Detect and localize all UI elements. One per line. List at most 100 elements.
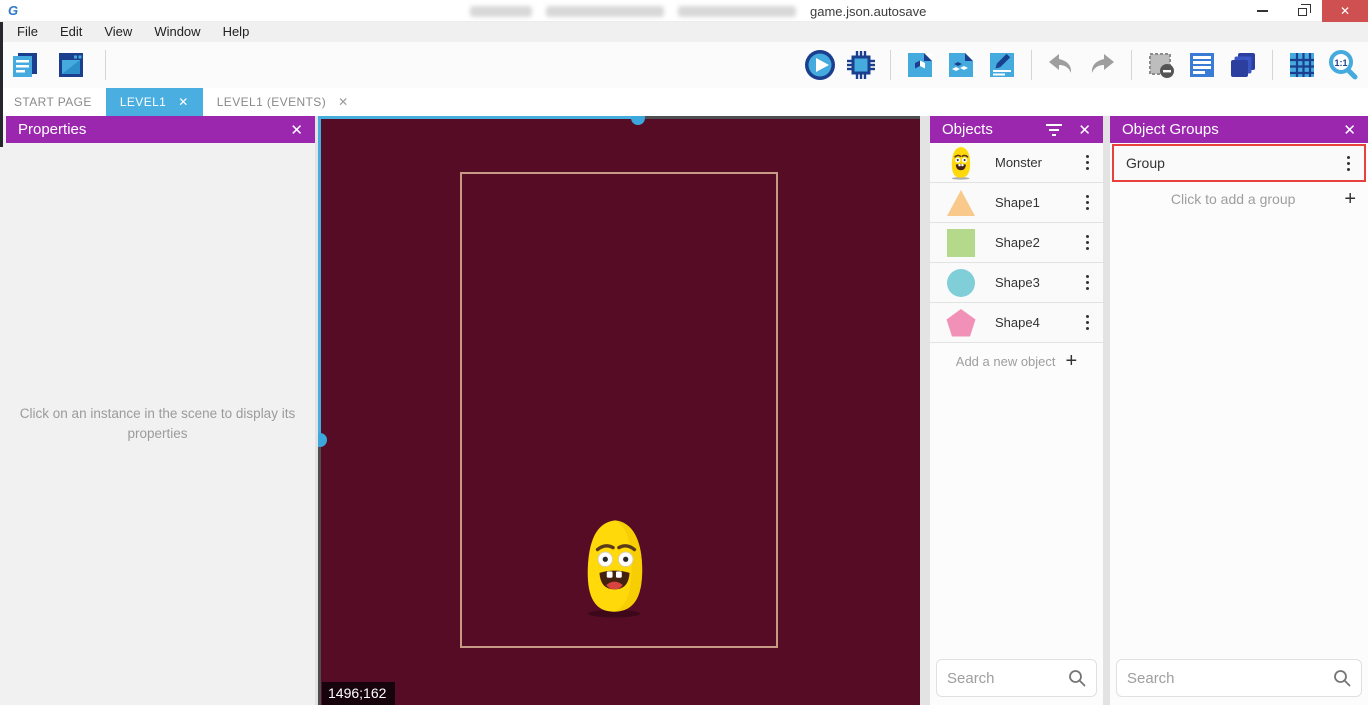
groups-search-input[interactable]: [1127, 670, 1333, 687]
tab-label: LEVEL1 (EVENTS): [217, 95, 326, 109]
filter-icon[interactable]: [1046, 124, 1062, 136]
scene-window-icon: [56, 50, 86, 80]
plus-icon: +: [1344, 189, 1356, 209]
scene-window-button[interactable]: [54, 48, 88, 82]
preview-button[interactable]: [803, 48, 837, 82]
object-menu-icon[interactable]: [1082, 151, 1093, 174]
open-properties-panel-button[interactable]: [985, 48, 1019, 82]
toolbar-divider: [1131, 50, 1132, 80]
group-menu-icon[interactable]: [1343, 152, 1354, 175]
object-name: Monster: [977, 155, 1082, 170]
restore-button[interactable]: [1282, 0, 1322, 22]
object-groups-panel: Object Groups ✕ Group Click to add a gro…: [1110, 116, 1368, 705]
restore-icon: [1298, 8, 1307, 16]
object-name: Shape4: [977, 315, 1082, 330]
object-menu-icon[interactable]: [1082, 191, 1093, 214]
close-panel-icon[interactable]: ✕: [1343, 121, 1356, 139]
plus-icon: +: [1066, 351, 1078, 371]
object-menu-icon[interactable]: [1082, 311, 1093, 334]
group-name: Group: [1126, 155, 1343, 171]
search-icon: [1068, 669, 1086, 687]
group-row-selected[interactable]: Group: [1112, 144, 1366, 182]
objects-panel-header: Objects ✕: [930, 116, 1103, 143]
zoom-original-button[interactable]: 1:1: [1326, 48, 1360, 82]
add-group-label: Click to add a group: [1122, 191, 1344, 207]
debugger-chip-icon: [846, 50, 876, 80]
minimize-button[interactable]: [1242, 0, 1282, 22]
instances-list-button[interactable]: [1185, 48, 1219, 82]
close-panel-icon[interactable]: ✕: [290, 121, 303, 139]
square-thumbnail-icon: [945, 227, 977, 259]
objects-panel-title: Objects: [942, 121, 993, 138]
tab-close-icon[interactable]: ✕: [338, 95, 348, 109]
layers-icon: [1228, 50, 1258, 80]
object-menu-icon[interactable]: [1082, 271, 1093, 294]
game-window-border-top: [640, 116, 920, 119]
object-groups-panel-header: Object Groups ✕: [1110, 116, 1368, 143]
tab-close-icon[interactable]: ✕: [178, 95, 188, 109]
menu-bar: File Edit View Window Help: [0, 22, 1368, 42]
object-row-shape3[interactable]: Shape3: [930, 263, 1103, 303]
close-panel-icon[interactable]: ✕: [1078, 121, 1091, 139]
object-menu-icon[interactable]: [1082, 231, 1093, 254]
debug-button[interactable]: [844, 48, 878, 82]
instances-list-icon: [1187, 50, 1217, 80]
object-name: Shape1: [977, 195, 1082, 210]
menu-window[interactable]: Window: [143, 22, 211, 42]
project-manager-button[interactable]: [8, 48, 42, 82]
tab-level1[interactable]: LEVEL1 ✕: [106, 88, 203, 116]
properties-panel: Properties ✕ Click on an instance in the…: [0, 116, 315, 705]
panel-divider[interactable]: [920, 116, 930, 705]
svg-text:1:1: 1:1: [1334, 58, 1347, 68]
object-row-monster[interactable]: Monster: [930, 143, 1103, 183]
objects-panel-icon: [905, 50, 935, 80]
search-icon: [1333, 669, 1351, 687]
object-row-shape4[interactable]: Shape4: [930, 303, 1103, 343]
objects-search-input[interactable]: [947, 670, 1068, 687]
objects-search-box[interactable]: [936, 659, 1097, 697]
toggle-grid-button[interactable]: [1285, 48, 1319, 82]
monster-thumbnail-icon: [945, 147, 977, 179]
open-objects-panel-button[interactable]: [903, 48, 937, 82]
tab-level1-events[interactable]: LEVEL1 (EVENTS) ✕: [203, 88, 363, 116]
cursor-coordinates: 1496;162: [322, 682, 395, 705]
undo-button[interactable]: [1044, 48, 1078, 82]
collapsed-panel-edge: [0, 22, 3, 147]
close-button[interactable]: ✕: [1322, 0, 1368, 22]
scene-canvas[interactable]: 1496;162: [318, 116, 920, 705]
object-row-shape1[interactable]: Shape1: [930, 183, 1103, 223]
minimize-icon: [1257, 10, 1268, 12]
toolbar-divider: [1031, 50, 1032, 80]
object-groups-panel-title: Object Groups: [1122, 121, 1219, 138]
circle-thumbnail-icon: [945, 267, 977, 299]
redo-button[interactable]: [1085, 48, 1119, 82]
close-icon: ✕: [1340, 4, 1350, 18]
redo-icon: [1087, 50, 1117, 80]
undo-icon: [1046, 50, 1076, 80]
object-row-shape2[interactable]: Shape2: [930, 223, 1103, 263]
object-name: Shape3: [977, 275, 1082, 290]
menu-help[interactable]: Help: [212, 22, 261, 42]
groups-search-box[interactable]: [1116, 659, 1362, 697]
editor-tab-bar: START PAGE LEVEL1 ✕ LEVEL1 (EVENTS) ✕: [0, 88, 1368, 116]
redacted-title-segment: [546, 6, 664, 17]
properties-panel-title: Properties: [18, 121, 86, 138]
menu-edit[interactable]: Edit: [49, 22, 93, 42]
monster-instance[interactable]: [581, 516, 649, 620]
project-manager-icon: [10, 50, 40, 80]
menu-file[interactable]: File: [6, 22, 49, 42]
add-object-button[interactable]: Add a new object +: [930, 343, 1103, 379]
gdevelop-logo-icon: G: [5, 3, 21, 19]
add-group-button[interactable]: Click to add a group +: [1110, 182, 1368, 216]
open-object-groups-panel-button[interactable]: [944, 48, 978, 82]
window-resize-handle-top[interactable]: [631, 116, 645, 125]
delete-instances-button[interactable]: [1144, 48, 1178, 82]
panel-divider[interactable]: [1103, 116, 1110, 705]
window-resize-handle-left[interactable]: [318, 433, 327, 447]
tab-start-page[interactable]: START PAGE: [0, 88, 106, 116]
menu-view[interactable]: View: [93, 22, 143, 42]
objects-panel: Objects ✕ Monster: [930, 116, 1103, 705]
tab-label: LEVEL1: [120, 95, 166, 109]
layers-button[interactable]: [1226, 48, 1260, 82]
redacted-title-segment: [678, 6, 796, 17]
